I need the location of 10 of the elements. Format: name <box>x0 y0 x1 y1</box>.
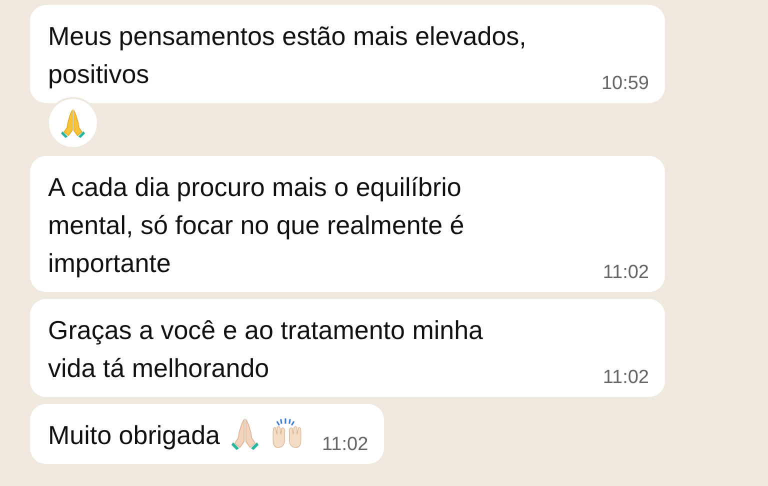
message-time: 11:02 <box>322 434 368 456</box>
message-time: 11:02 <box>602 367 649 389</box>
message-text: Meus pensamentos estão mais elevados, positivos <box>48 20 528 91</box>
praying-hands-icon <box>58 108 88 138</box>
message-text: Muito obrigada <box>48 419 220 452</box>
message-text: Graças a você e ao tratamento minha vida tá melhorando <box>48 314 484 385</box>
message-time: 10:59 <box>601 73 649 95</box>
message-text: A cada dia procuro mais o equilíbrio mental, só focar no que realmente é importante <box>48 171 466 280</box>
raised-hands-icon <box>270 416 304 450</box>
message-time: 11:02 <box>602 262 649 284</box>
